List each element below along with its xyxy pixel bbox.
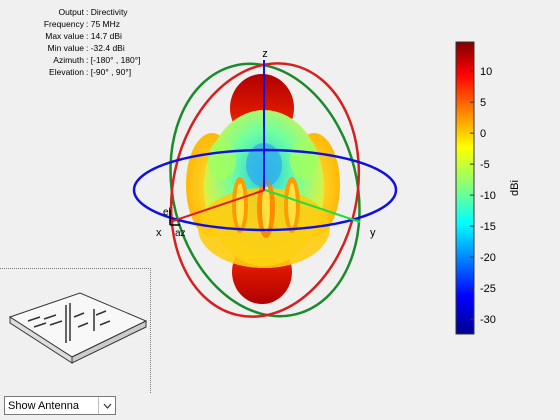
petal xyxy=(236,183,244,227)
petal xyxy=(290,140,318,180)
colorbar-tick-label: -25 xyxy=(480,283,496,295)
colorbar-tick-label: 0 xyxy=(480,128,486,140)
show-antenna-select[interactable]: Show Antenna xyxy=(4,396,116,415)
colorbar-tick-label: -15 xyxy=(480,221,496,233)
colorbar-gradient xyxy=(455,41,475,335)
y-axis-label: y xyxy=(370,227,376,239)
colorbar-tick-label: -30 xyxy=(480,314,496,326)
colorbar-tick-label: -5 xyxy=(480,159,490,171)
antenna-thumbnail xyxy=(8,292,148,364)
colorbar-tick-label: -10 xyxy=(480,190,496,202)
colorbar-label: dBi xyxy=(509,180,521,196)
petal xyxy=(208,140,236,180)
colorbar-tick-label: -20 xyxy=(480,252,496,264)
z-axis-label: z xyxy=(262,48,268,60)
colorbar-tick-label: 10 xyxy=(480,66,492,78)
petal xyxy=(288,183,296,227)
colorbar: 10 5 0 -5 -10 -15 -20 -25 -30 dBi xyxy=(455,41,521,335)
colorbar-tick-label: 5 xyxy=(480,97,486,109)
antenna-inset xyxy=(0,268,151,393)
antenna-ground-plane xyxy=(8,292,148,358)
x-axis-label: x xyxy=(156,227,162,239)
az-label: az xyxy=(175,228,186,239)
chevron-down-icon[interactable] xyxy=(98,397,115,414)
show-antenna-select-label: Show Antenna xyxy=(8,399,79,412)
